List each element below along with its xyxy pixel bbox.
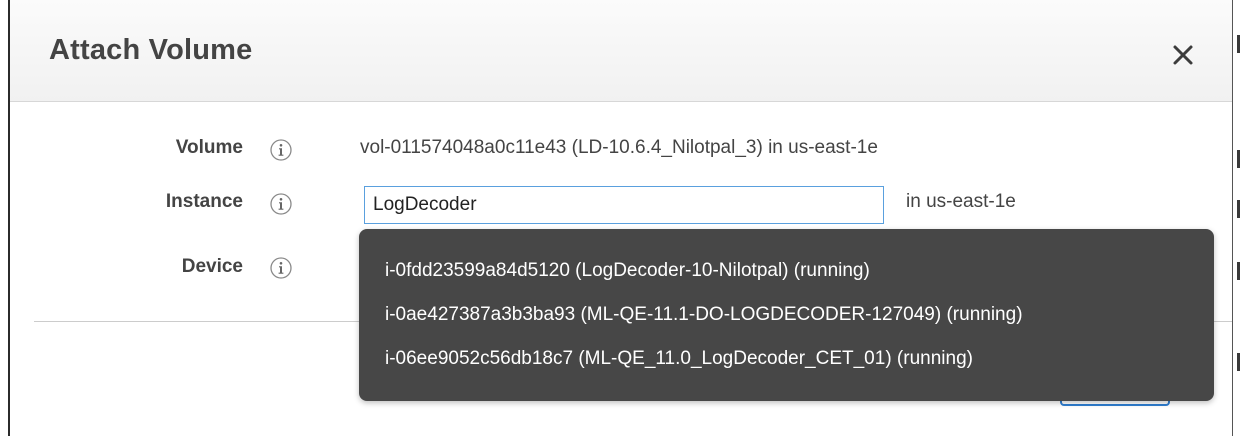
volume-label: Volume (175, 137, 243, 158)
instance-region-suffix: in us-east-1e (906, 191, 1016, 212)
suggestion-item[interactable]: i-0ae427387a3b3ba93 (ML-QE-11.1-DO-LOGDE… (385, 304, 1023, 326)
suggestion-item[interactable]: i-0fdd23599a84d5120 (LogDecoder-10-Nilot… (385, 260, 870, 282)
close-icon[interactable] (1168, 40, 1198, 70)
background-tick (1237, 262, 1240, 280)
volume-value: vol-011574048a0c11e43 (LD-10.6.4_Nilotpa… (360, 137, 878, 158)
dialog-title: Attach Volume (49, 34, 253, 66)
background-tick (1237, 35, 1240, 53)
background-window-strip (1233, 0, 1244, 436)
instance-input[interactable] (364, 186, 884, 224)
dialog-header: Attach Volume (10, 0, 1232, 102)
instance-suggestions-dropdown: i-0fdd23599a84d5120 (LogDecoder-10-Nilot… (359, 229, 1214, 401)
background-tick (1237, 150, 1240, 168)
screen: Attach Volume Volume vol-011574048a0c11e… (0, 0, 1244, 436)
volume-info-icon[interactable] (270, 139, 292, 161)
attach-volume-dialog: Attach Volume Volume vol-011574048a0c11e… (10, 0, 1232, 436)
background-tick (1237, 200, 1240, 218)
device-label: Device (181, 256, 243, 277)
suggestion-item[interactable]: i-06ee9052c56db18c7 (ML-QE_11.0_LogDecod… (385, 348, 973, 370)
background-tick (1237, 353, 1240, 371)
device-info-icon[interactable] (270, 257, 292, 279)
instance-label: Instance (165, 191, 243, 212)
instance-info-icon[interactable] (270, 193, 292, 215)
